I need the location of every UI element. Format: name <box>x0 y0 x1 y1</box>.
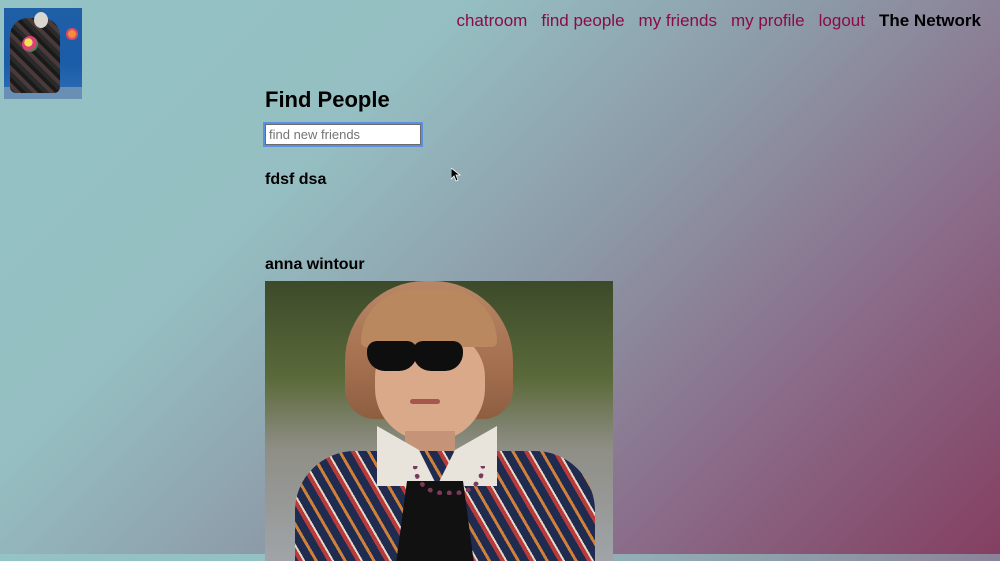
nav-link-my-profile[interactable]: my profile <box>731 11 805 31</box>
brand-title: The Network <box>878 11 981 30</box>
find-people-section: Find People fdsf dsa anna wintour <box>263 86 665 561</box>
nav-link-my-friends[interactable]: my friends <box>639 11 717 31</box>
result-profile-photo[interactable] <box>265 281 613 561</box>
avatar-figure-head <box>34 12 48 28</box>
avatar-flower <box>22 36 38 52</box>
sunglasses-right-lens <box>413 341 463 371</box>
nav-link-logout[interactable]: logout <box>819 11 865 31</box>
result-name[interactable]: anna wintour <box>265 255 613 275</box>
sunglasses-left-lens <box>367 341 417 371</box>
page-title: Find People <box>265 87 390 112</box>
nav-link-chatroom[interactable]: chatroom <box>456 11 527 31</box>
photo-mouth <box>410 399 440 404</box>
search-result[interactable]: fdsf dsa <box>265 170 326 190</box>
search-input[interactable] <box>263 122 423 147</box>
profile-avatar[interactable] <box>4 8 82 99</box>
nav-link-find-people[interactable]: find people <box>541 11 624 31</box>
result-name[interactable]: fdsf dsa <box>265 170 326 190</box>
search-result[interactable]: anna wintour <box>265 255 613 561</box>
avatar-flower-small <box>66 28 78 40</box>
mouse-cursor-icon <box>451 168 461 182</box>
avatar-figure <box>10 18 60 93</box>
top-nav: chatroom find people my friends my profi… <box>456 11 981 31</box>
